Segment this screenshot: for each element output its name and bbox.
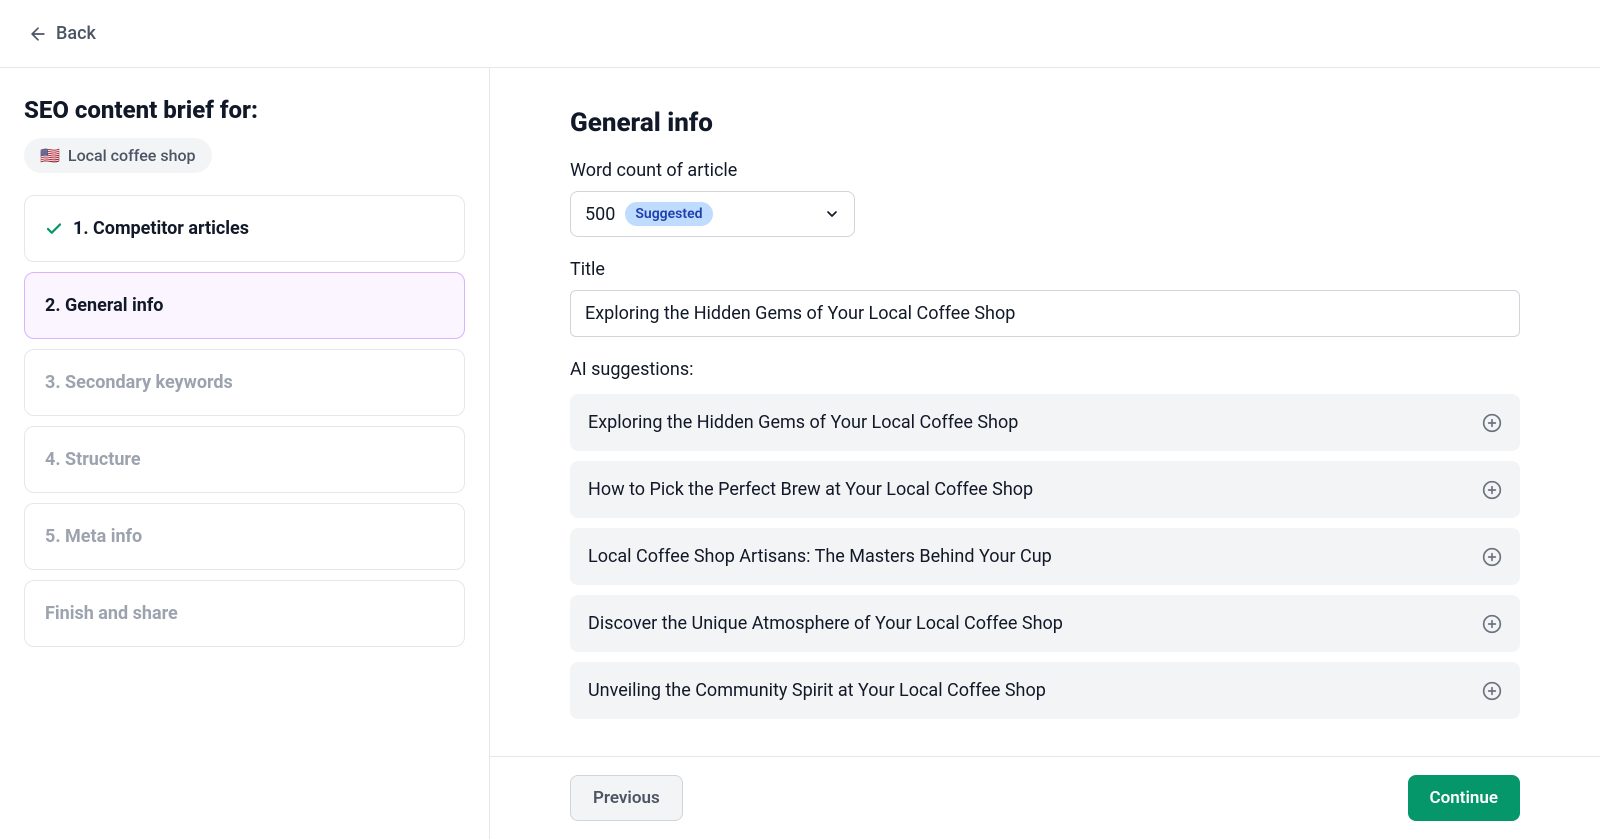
suggestion-item[interactable]: Local Coffee Shop Artisans: The Masters … xyxy=(570,528,1520,585)
step-label: 5. Meta info xyxy=(45,526,142,547)
title-label: Title xyxy=(570,259,1520,280)
back-label: Back xyxy=(56,23,96,44)
word-count-label: Word count of article xyxy=(570,160,1520,181)
chevron-down-icon xyxy=(824,206,840,222)
step-item[interactable]: 2. General info xyxy=(24,272,465,339)
plus-circle-icon xyxy=(1482,413,1502,433)
steps-list: 1. Competitor articles 2. General info 3. … xyxy=(24,195,465,647)
step-item[interactable]: 4. Structure xyxy=(24,426,465,493)
step-label: 2. General info xyxy=(45,295,163,316)
word-count-value: 500 xyxy=(585,204,615,225)
sidebar-title: SEO content brief for: xyxy=(24,96,465,124)
ai-suggestions-label: AI suggestions: xyxy=(570,359,1520,380)
step-label: 4. Structure xyxy=(45,449,141,470)
topbar: Back xyxy=(0,0,1600,68)
sidebar: SEO content brief for: 🇺🇸 Local coffee s… xyxy=(0,68,490,839)
back-button[interactable]: Back xyxy=(28,23,96,44)
check-icon xyxy=(45,220,63,238)
plus-circle-icon xyxy=(1482,614,1502,634)
plus-circle-icon xyxy=(1482,681,1502,701)
keyword-text: Local coffee shop xyxy=(68,146,196,165)
word-count-select[interactable]: 500 Suggested xyxy=(570,191,855,237)
suggestion-item[interactable]: Discover the Unique Atmosphere of Your L… xyxy=(570,595,1520,652)
word-count-field: Word count of article 500 Suggested xyxy=(570,160,1520,237)
suggestion-text: Local Coffee Shop Artisans: The Masters … xyxy=(588,546,1052,567)
suggestion-item[interactable]: Exploring the Hidden Gems of Your Local … xyxy=(570,394,1520,451)
flag-icon: 🇺🇸 xyxy=(40,148,60,164)
step-label: 1. Competitor articles xyxy=(73,218,249,239)
title-field-group: Title xyxy=(570,259,1520,337)
suggested-badge: Suggested xyxy=(625,202,712,226)
suggestion-text: Exploring the Hidden Gems of Your Local … xyxy=(588,412,1018,433)
step-label: 3. Secondary keywords xyxy=(45,372,233,393)
continue-button[interactable]: Continue xyxy=(1408,775,1521,821)
page-title: General info xyxy=(570,108,1520,138)
title-input[interactable] xyxy=(570,290,1520,337)
plus-circle-icon xyxy=(1482,547,1502,567)
step-item[interactable]: 5. Meta info xyxy=(24,503,465,570)
step-item[interactable]: 1. Competitor articles xyxy=(24,195,465,262)
keyword-chip: 🇺🇸 Local coffee shop xyxy=(24,138,212,173)
arrow-left-icon xyxy=(28,24,48,44)
main: General info Word count of article 500 S… xyxy=(490,68,1600,839)
plus-circle-icon xyxy=(1482,480,1502,500)
step-item[interactable]: Finish and share xyxy=(24,580,465,647)
suggestion-item[interactable]: How to Pick the Perfect Brew at Your Loc… xyxy=(570,461,1520,518)
suggestions-list: Exploring the Hidden Gems of Your Local … xyxy=(570,394,1520,719)
suggestion-text: Unveiling the Community Spirit at Your L… xyxy=(588,680,1046,701)
layout: SEO content brief for: 🇺🇸 Local coffee s… xyxy=(0,68,1600,839)
previous-button[interactable]: Previous xyxy=(570,775,683,821)
footer: Previous Continue xyxy=(490,756,1600,839)
suggestion-text: How to Pick the Perfect Brew at Your Loc… xyxy=(588,479,1033,500)
suggestion-text: Discover the Unique Atmosphere of Your L… xyxy=(588,613,1063,634)
suggestion-item[interactable]: Unveiling the Community Spirit at Your L… xyxy=(570,662,1520,719)
step-label: Finish and share xyxy=(45,603,178,624)
step-item[interactable]: 3. Secondary keywords xyxy=(24,349,465,416)
